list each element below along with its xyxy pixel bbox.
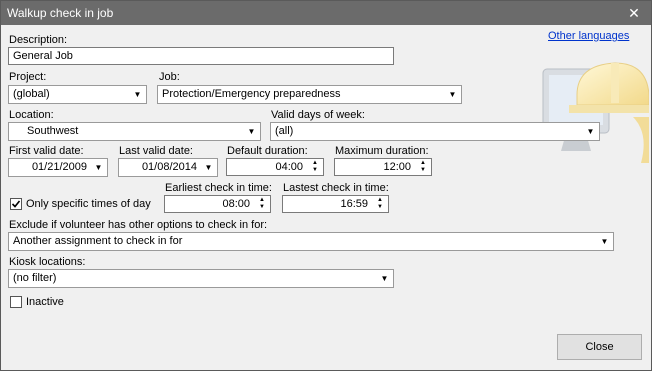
- location-value: Southwest: [27, 125, 79, 137]
- close-button[interactable]: Close: [557, 334, 642, 360]
- dialog-body: Other languages Description: General Job…: [1, 25, 651, 370]
- kiosk-locations-label: Kiosk locations:: [9, 256, 86, 268]
- location-label: Location:: [9, 109, 54, 121]
- earliest-check-in-field[interactable]: 08:00 ▲ ▼: [164, 195, 271, 213]
- maximum-duration-field[interactable]: 12:00 ▲ ▼: [334, 158, 432, 176]
- project-select[interactable]: (global) ▼: [8, 85, 147, 104]
- valid-days-label: Valid days of week:: [271, 109, 365, 121]
- inactive-label[interactable]: Inactive: [26, 296, 64, 308]
- exclude-value: Another assignment to check in for: [13, 235, 183, 247]
- description-label: Description:: [9, 34, 68, 46]
- valid-days-value: (all): [275, 125, 294, 137]
- valid-days-select[interactable]: (all) ▼: [270, 122, 600, 141]
- location-select[interactable]: Southwest ▼: [8, 122, 261, 141]
- latest-check-in-label: Lastest check in time:: [283, 182, 389, 194]
- last-valid-date-value: 01/08/2014: [141, 161, 197, 173]
- inactive-checkbox[interactable]: [10, 296, 22, 308]
- hardhat-monitor-icon: [542, 62, 649, 163]
- spin-arrows-icon[interactable]: ▲ ▼: [308, 160, 322, 174]
- job-label: Job:: [159, 71, 180, 83]
- spin-arrows-icon[interactable]: ▲ ▼: [416, 160, 430, 174]
- maximum-duration-value: 12:00: [383, 161, 411, 173]
- latest-check-in-field[interactable]: 16:59 ▲ ▼: [282, 195, 389, 213]
- chevron-down-icon: ▼: [586, 127, 595, 136]
- project-label: Project:: [9, 71, 47, 83]
- spin-arrows-icon[interactable]: ▲ ▼: [255, 197, 269, 211]
- default-duration-field[interactable]: 04:00 ▲ ▼: [226, 158, 324, 176]
- dialog-window: Walkup check in job ✕ Other languages De…: [0, 0, 652, 371]
- other-languages-link[interactable]: Other languages: [548, 30, 629, 42]
- chevron-down-icon: ▼: [380, 274, 389, 283]
- title-bar: Walkup check in job ✕: [1, 1, 651, 25]
- chevron-down-icon: ▼: [247, 127, 256, 136]
- default-duration-label: Default duration:: [227, 145, 308, 157]
- spin-arrows-icon[interactable]: ▲ ▼: [373, 197, 387, 211]
- exclude-select[interactable]: Another assignment to check in for ▼: [8, 232, 614, 251]
- job-value: Protection/Emergency preparedness: [162, 88, 341, 100]
- chevron-down-icon: ▼: [448, 90, 457, 99]
- job-select[interactable]: Protection/Emergency preparedness ▼: [157, 85, 462, 104]
- window-title: Walkup check in job: [7, 6, 114, 20]
- earliest-check-in-value: 08:00: [222, 198, 250, 210]
- description-field[interactable]: General Job: [8, 47, 394, 65]
- last-valid-date-picker[interactable]: 01/08/2014 ▼: [118, 158, 218, 177]
- exclude-label: Exclude if volunteer has other options t…: [9, 219, 268, 231]
- chevron-down-icon: ▼: [133, 90, 142, 99]
- chevron-down-icon: ▼: [94, 163, 103, 172]
- default-duration-value: 04:00: [275, 161, 303, 173]
- earliest-check-in-label: Earliest check in time:: [165, 182, 272, 194]
- first-valid-date-picker[interactable]: 01/21/2009 ▼: [8, 158, 108, 177]
- checkmark-icon: [11, 200, 21, 208]
- project-value: (global): [13, 88, 50, 100]
- last-valid-date-label: Last valid date:: [119, 145, 193, 157]
- chevron-down-icon: ▼: [204, 163, 213, 172]
- first-valid-date-value: 01/21/2009: [31, 161, 87, 173]
- kiosk-locations-select[interactable]: (no filter) ▼: [8, 269, 394, 288]
- close-window-icon[interactable]: ✕: [617, 1, 651, 25]
- latest-check-in-value: 16:59: [340, 198, 368, 210]
- chevron-down-icon: ▼: [600, 237, 609, 246]
- maximum-duration-label: Maximum duration:: [335, 145, 429, 157]
- only-specific-times-checkbox[interactable]: [10, 198, 22, 210]
- first-valid-date-label: First valid date:: [9, 145, 84, 157]
- kiosk-locations-value: (no filter): [13, 272, 57, 284]
- only-specific-times-label[interactable]: Only specific times of day: [26, 198, 151, 210]
